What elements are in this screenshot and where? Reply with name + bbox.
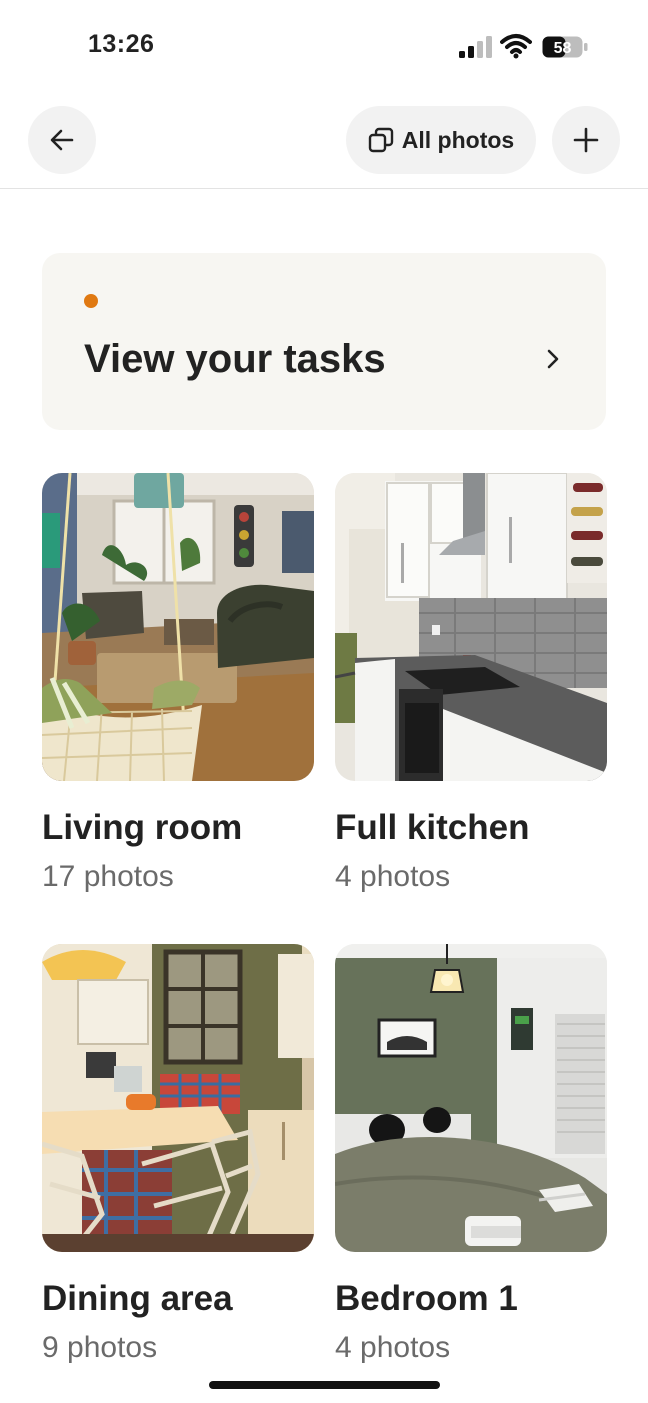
- room-card-bedroom-1[interactable]: Bedroom 1 4 photos: [335, 944, 607, 1366]
- notification-dot: [84, 294, 98, 308]
- room-name: Dining area: [42, 1279, 233, 1318]
- battery-icon: 58: [542, 36, 588, 58]
- room-photo-count: 17 photos: [42, 860, 174, 893]
- photo-tour-header: All photos: [0, 104, 648, 189]
- room-card-dining-area[interactable]: Dining area 9 photos: [42, 944, 314, 1366]
- home-indicator[interactable]: [209, 1381, 440, 1389]
- living-room-photo[interactable]: [42, 473, 314, 781]
- add-photos-button[interactable]: [552, 106, 620, 174]
- room-name: Bedroom 1: [335, 1279, 518, 1318]
- status-bar: 13:26 58: [0, 0, 648, 90]
- arrow-left-icon: [50, 129, 74, 151]
- status-time: 13:26: [88, 30, 155, 58]
- full-kitchen-photo[interactable]: [335, 473, 607, 781]
- tasks-title: View your tasks: [84, 337, 386, 381]
- plus-icon: [573, 127, 599, 153]
- dining-area-photo[interactable]: [42, 944, 314, 1252]
- room-name: Full kitchen: [335, 808, 530, 847]
- battery-level: 58: [554, 40, 572, 57]
- room-photo-count: 4 photos: [335, 860, 451, 893]
- chevron-right-icon: [547, 349, 559, 369]
- room-card-living-room[interactable]: Living room 17 photos: [42, 473, 314, 895]
- wifi-icon: [500, 34, 532, 59]
- room-card-full-kitchen[interactable]: Full kitchen 4 photos: [335, 473, 607, 895]
- room-photo-count: 9 photos: [42, 1331, 158, 1364]
- bedroom-1-photo[interactable]: [335, 944, 607, 1252]
- back-button[interactable]: [28, 106, 96, 174]
- photo-stack-icon: [368, 127, 393, 153]
- all-photos-label: All photos: [401, 126, 515, 153]
- cellular-signal-icon: [459, 36, 492, 58]
- view-tasks-card[interactable]: View your tasks: [42, 253, 606, 430]
- room-name: Living room: [42, 808, 243, 847]
- room-photo-count: 4 photos: [335, 1331, 451, 1364]
- all-photos-button[interactable]: All photos: [346, 106, 536, 174]
